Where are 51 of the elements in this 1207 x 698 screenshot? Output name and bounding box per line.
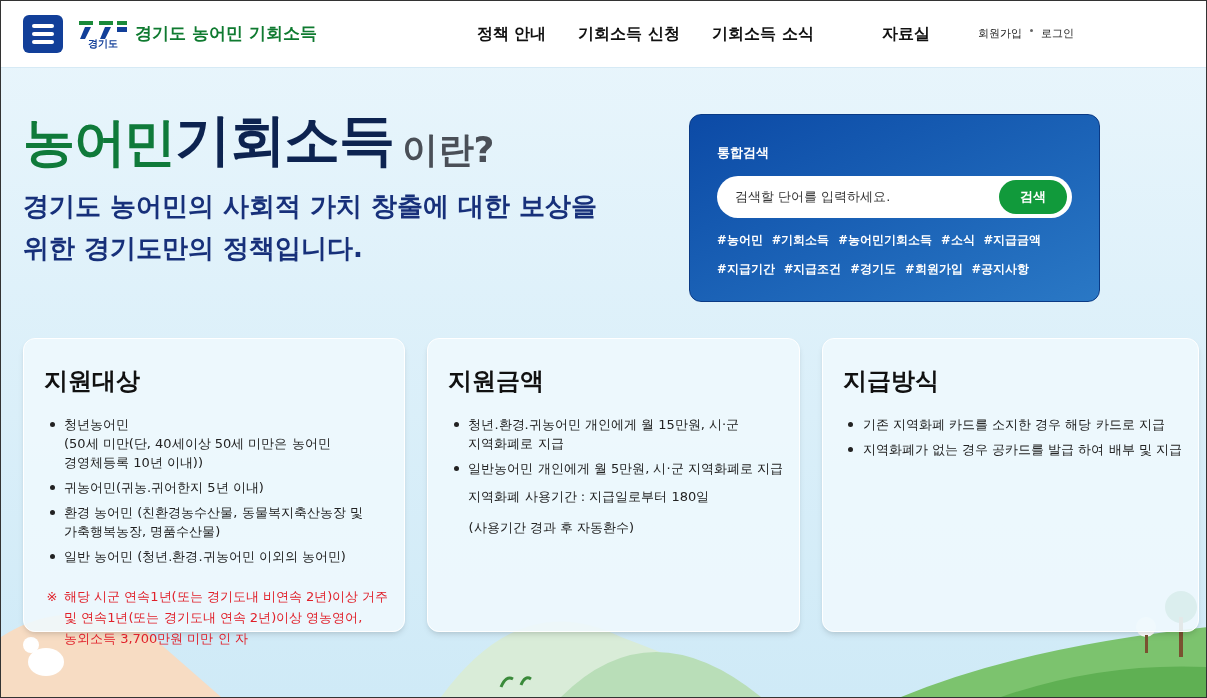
search-field[interactable]: 검색할 단어를 입력하세요. 검색 — [717, 175, 1072, 218]
hero-subtitle: 위한 경기도만의 정책입니다. — [23, 232, 364, 264]
item-text: 귀농어민(귀농.귀어한지 5년 이내) — [64, 479, 264, 497]
bullet-icon — [49, 422, 55, 427]
item-text: 지역화폐 사용기간 : 지급일로부터 180일 — [468, 488, 710, 506]
bullet-icon — [49, 554, 55, 559]
nav-link[interactable]: 기회소득 신청 — [578, 22, 680, 46]
item-text: 청년농어민 (50세 미만(단, 40세이상 50세 미만은 농어민 경영체등록 10년 이내)) — [64, 416, 331, 472]
nav-link[interactable]: 정책 안내 — [476, 22, 547, 46]
item-text: 청년.환경.귀농어민 개인에게 월 15만원, 시·군 지역화폐로 지급 — [468, 416, 740, 453]
search-panel-title: 통합검색 — [717, 144, 770, 162]
user-link[interactable]: 회원가입 — [977, 25, 1022, 43]
user-link[interactable]: 로그인 — [1040, 25, 1074, 43]
hero-title-part: 기회소득 — [175, 112, 394, 168]
bullet-icon — [454, 466, 459, 471]
hashtag-link[interactable]: #농어민기회소득 — [838, 231, 932, 249]
site-title[interactable]: 경기도 농어민 기회소득 — [135, 21, 317, 47]
hashtag-link[interactable]: #회원가입 — [904, 260, 963, 278]
item-text: 일반 농어민 (청년.환경.귀농어민 이외의 농어민) — [64, 548, 346, 566]
item-text: 기존 지역화폐 카드를 소지한 경우 해당 카드로 지급 — [862, 416, 1165, 434]
bullet-icon — [848, 447, 854, 452]
card-title: 지급방식 — [842, 366, 940, 397]
logo-text: 경기도 — [88, 39, 118, 49]
hero-subtitle: 경기도 농어민의 사회적 가치 창출에 대한 보상을 — [23, 190, 598, 222]
bullet-icon — [49, 510, 55, 515]
bullet-icon — [49, 485, 55, 490]
nav-link[interactable]: 기회소득 소식 — [712, 22, 814, 46]
hero-title-part: 농어민 — [23, 116, 176, 168]
note-text: 해당 시군 연속1년(또는 경기도내 비연속 2년)이상 거주 및 연속1년(또는 경기도내 연속 2년)이상 영농영어, 농외소득 3,700만원 미만 인 자 — [64, 588, 389, 648]
note-mark: ※ — [45, 588, 59, 606]
search-button[interactable]: 검색 — [999, 179, 1067, 214]
hero-title-part: 이란? — [401, 132, 495, 168]
hashtag-link[interactable]: #농어민 — [717, 231, 763, 249]
hashtag-link[interactable]: #기회소득 — [771, 231, 830, 249]
hashtag-link[interactable]: #소식 — [940, 231, 975, 249]
hashtag-link[interactable]: #지급조건 — [783, 260, 842, 278]
hashtag-link[interactable]: #경기도 — [850, 260, 896, 278]
hashtag-link[interactable]: #지급금액 — [983, 231, 1042, 249]
menu-button[interactable] — [23, 15, 63, 53]
bullet-icon — [454, 422, 459, 427]
hashtag-link[interactable]: #공지사항 — [971, 260, 1030, 278]
card-title: 지원금액 — [448, 366, 546, 397]
bullet-icon — [848, 422, 854, 427]
item-text: 지역화폐가 없는 경우 공카드를 발급 하여 배부 및 지급 — [862, 441, 1182, 459]
card-title: 지원대상 — [44, 366, 141, 397]
logo-icon — [79, 19, 127, 39]
item-text: (사용기간 경과 후 자동환수) — [468, 519, 635, 537]
hashtag-link[interactable]: #지급기간 — [717, 260, 775, 278]
item-text: 환경 농어민 (친환경농수산물, 동물복지축산농장 및 가축행복농장, 명품수산물) — [64, 504, 363, 541]
item-text: 일반농어민 개인에게 월 5만원, 시·군 지역화폐로 지급 — [468, 460, 783, 478]
nav-link[interactable]: 자료실 — [881, 22, 930, 46]
